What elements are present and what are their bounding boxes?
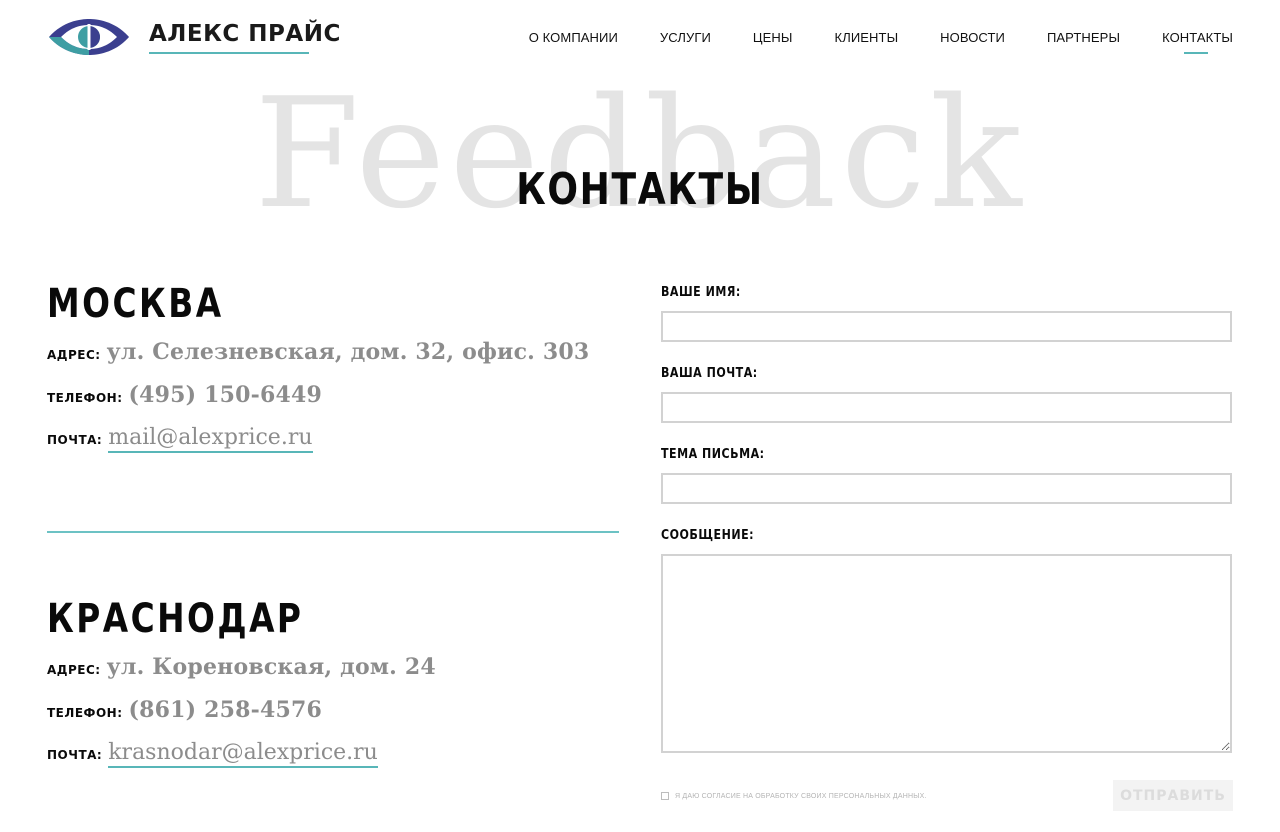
office-address-row: АДРЕС: ул. Селезневская, дом. 32, офис. … (47, 339, 589, 382)
brand-name-wrap: АЛЕКС ПРАЙС (149, 21, 341, 54)
message-field-label: СООБЩЕНИЕ: (661, 528, 755, 543)
phone-value[interactable]: (861) 258-4576 (129, 697, 323, 723)
office-email-row: ПОЧТА: krasnodar@alexprice.ru (47, 740, 436, 783)
office-address-row: АДРЕС: ул. Кореновская, дом. 24 (47, 654, 436, 697)
subject-input[interactable] (661, 473, 1232, 504)
address-value: ул. Кореновская, дом. 24 (106, 654, 436, 680)
office-email-row: ПОЧТА: mail@alexprice.ru (47, 425, 589, 468)
submit-button[interactable]: ОТПРАВИТЬ (1113, 780, 1233, 811)
email-label: ПОЧТА: (47, 433, 103, 447)
nav-item-services[interactable]: УСЛУГИ (660, 30, 711, 45)
brand-underline (149, 51, 309, 54)
phone-label: ТЕЛЕФОН: (47, 391, 123, 405)
phone-value[interactable]: (495) 150-6449 (129, 382, 323, 408)
feedback-form: ВАШЕ ИМЯ: ВАША ПОЧТА: ТЕМА ПИСЬМА: СООБЩ… (661, 283, 1232, 753)
nav-item-partners[interactable]: ПАРТНЕРЫ (1047, 30, 1120, 45)
nav-item-clients[interactable]: КЛИЕНТЫ (835, 30, 899, 45)
page-title: КОНТАКТЫ (516, 164, 764, 215)
subject-field-label: ТЕМА ПИСЬМА: (661, 447, 765, 462)
message-textarea[interactable] (661, 554, 1232, 753)
consent-row: Я ДАЮ СОГЛАСИЕ НА ОБРАБОТКУ СВОИХ ПЕРСОН… (661, 792, 927, 800)
email-link[interactable]: krasnodar@alexprice.ru (108, 740, 378, 768)
name-field-label: ВАШЕ ИМЯ: (661, 285, 741, 300)
consent-label[interactable]: Я ДАЮ СОГЛАСИЕ НА ОБРАБОТКУ СВОИХ ПЕРСОН… (675, 793, 927, 800)
office-divider (47, 531, 619, 533)
office-city: КРАСНОДАР (47, 596, 304, 642)
main-nav: О КОМПАНИИ УСЛУГИ ЦЕНЫ КЛИЕНТЫ НОВОСТИ П… (487, 30, 1233, 54)
nav-item-about[interactable]: О КОМПАНИИ (529, 30, 618, 45)
email-label: ПОЧТА: (47, 748, 103, 762)
brand-logo[interactable]: АЛЕКС ПРАЙС (47, 18, 341, 56)
name-input[interactable] (661, 311, 1232, 342)
phone-label: ТЕЛЕФОН: (47, 706, 123, 720)
office-krasnodar: КРАСНОДАР АДРЕС: ул. Кореновская, дом. 2… (47, 599, 436, 783)
address-value: ул. Селезневская, дом. 32, офис. 303 (106, 339, 590, 365)
brand-name: АЛЕКС ПРАЙС (149, 20, 341, 47)
nav-item-news[interactable]: НОВОСТИ (940, 30, 1005, 45)
office-phone-row: ТЕЛЕФОН: (495) 150-6449 (47, 382, 589, 425)
nav-item-contacts[interactable]: КОНТАКТЫ (1162, 30, 1233, 54)
email-field-label: ВАША ПОЧТА: (661, 366, 758, 381)
address-label: АДРЕС: (47, 348, 101, 362)
office-phone-row: ТЕЛЕФОН: (861) 258-4576 (47, 697, 436, 740)
address-label: АДРЕС: (47, 663, 101, 677)
eye-logo-icon (49, 19, 129, 55)
email-link[interactable]: mail@alexprice.ru (108, 425, 313, 453)
office-moscow: МОСКВА АДРЕС: ул. Селезневская, дом. 32,… (47, 284, 589, 468)
office-city: МОСКВА (47, 281, 224, 327)
consent-checkbox[interactable] (661, 792, 669, 800)
nav-item-prices[interactable]: ЦЕНЫ (753, 30, 793, 45)
email-input[interactable] (661, 392, 1232, 423)
